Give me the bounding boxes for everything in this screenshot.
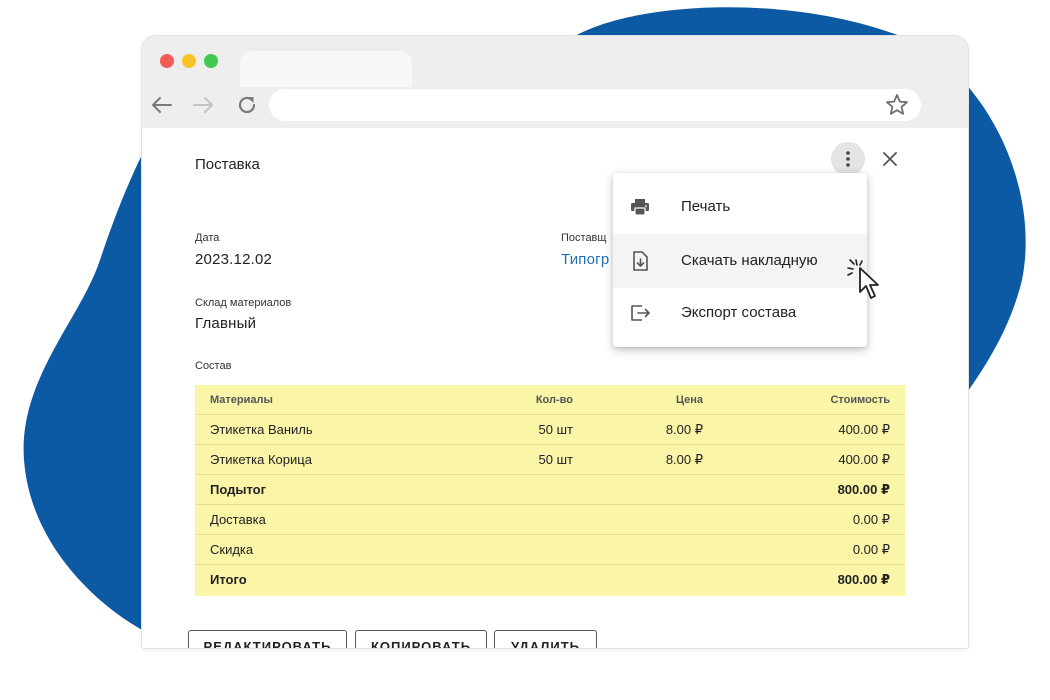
subtotal-value: 800.00 ₽ bbox=[837, 482, 890, 497]
date-label: Дата bbox=[195, 232, 220, 244]
window-maximize-dot[interactable] bbox=[204, 54, 218, 68]
price-cell: 8.00 ₽ bbox=[665, 422, 703, 437]
file-download-icon bbox=[633, 251, 648, 271]
header-price: Цена bbox=[675, 394, 703, 406]
supplier-label: Поставщ bbox=[561, 232, 607, 244]
window-minimize-dot[interactable] bbox=[182, 54, 196, 68]
discount-label: Скидка bbox=[210, 542, 254, 557]
copy-button[interactable]: КОПИРОВАТЬ bbox=[355, 630, 487, 648]
reload-icon[interactable] bbox=[234, 92, 260, 118]
dialog-title: Поставка bbox=[195, 156, 260, 173]
menu-item-label: Печать bbox=[681, 198, 731, 215]
window-close-dot[interactable] bbox=[160, 54, 174, 68]
materials-table: Материалы Кол-во Цена Стоимость Этикетка… bbox=[195, 385, 905, 596]
discount-row: Скидка 0.00 ₽ bbox=[195, 535, 905, 565]
material-link[interactable]: Этикетка Ваниль bbox=[210, 415, 313, 445]
browser-tab[interactable] bbox=[240, 51, 412, 87]
delivery-label: Доставка bbox=[210, 512, 266, 527]
total-label: Итого bbox=[210, 572, 247, 587]
close-icon[interactable] bbox=[877, 146, 903, 172]
total-row: Итого 800.00 ₽ bbox=[195, 565, 905, 595]
discount-value: 0.00 ₽ bbox=[852, 542, 890, 557]
export-icon bbox=[631, 305, 650, 321]
total-value: 800.00 ₽ bbox=[837, 572, 890, 587]
menu-item-print[interactable]: Печать bbox=[613, 180, 867, 234]
header-materials: Материалы bbox=[210, 394, 273, 406]
forward-arrow-icon[interactable] bbox=[190, 92, 216, 118]
address-bar[interactable] bbox=[269, 89, 921, 121]
supplier-link[interactable]: Типогр bbox=[561, 251, 609, 268]
mouse-pointer-icon bbox=[847, 259, 879, 299]
subtotal-row: Подытог 800.00 ₽ bbox=[195, 475, 905, 505]
warehouse-value: Главный bbox=[195, 315, 257, 332]
quantity-cell: 50 шт bbox=[538, 422, 573, 437]
menu-item-download-invoice[interactable]: Скачать накладную bbox=[613, 234, 867, 288]
cost-cell: 400.00 ₽ bbox=[838, 422, 890, 437]
menu-item-label: Экспорт состава bbox=[681, 304, 797, 321]
header-cost: Стоимость bbox=[830, 394, 890, 406]
cost-cell: 400.00 ₽ bbox=[838, 452, 890, 467]
date-value: 2023.12.02 bbox=[195, 251, 273, 268]
delete-button[interactable]: УДАЛИТЬ bbox=[494, 630, 597, 648]
more-options-menu: Печать Скачать накладную Экспорт состава bbox=[613, 173, 867, 347]
delivery-row: Доставка 0.00 ₽ bbox=[195, 505, 905, 535]
browser-titlebar bbox=[142, 36, 968, 128]
back-arrow-icon[interactable] bbox=[149, 92, 175, 118]
quantity-cell: 50 шт bbox=[538, 452, 573, 467]
warehouse-label: Склад материалов bbox=[195, 297, 292, 309]
table-header-row: Материалы Кол-во Цена Стоимость bbox=[195, 385, 905, 415]
printer-icon bbox=[631, 199, 649, 216]
price-cell: 8.00 ₽ bbox=[665, 452, 703, 467]
subtotal-label: Подытог bbox=[210, 482, 267, 497]
menu-item-label: Скачать накладную bbox=[681, 252, 818, 269]
composition-label: Состав bbox=[195, 360, 232, 372]
edit-button[interactable]: РЕДАКТИРОВАТЬ bbox=[188, 630, 347, 648]
menu-item-export[interactable]: Экспорт состава bbox=[613, 286, 867, 340]
kebab-menu-icon bbox=[846, 151, 850, 167]
table-row: Этикетка Ваниль 50 шт 8.00 ₽ 400.00 ₽ bbox=[195, 415, 905, 445]
table-row: Этикетка Корица 50 шт 8.00 ₽ 400.00 ₽ bbox=[195, 445, 905, 475]
header-quantity: Кол-во bbox=[535, 394, 573, 406]
bookmark-star-icon[interactable] bbox=[884, 92, 910, 118]
material-link[interactable]: Этикетка Корица bbox=[210, 445, 312, 475]
delivery-value: 0.00 ₽ bbox=[852, 512, 890, 527]
more-options-button[interactable] bbox=[831, 142, 865, 176]
